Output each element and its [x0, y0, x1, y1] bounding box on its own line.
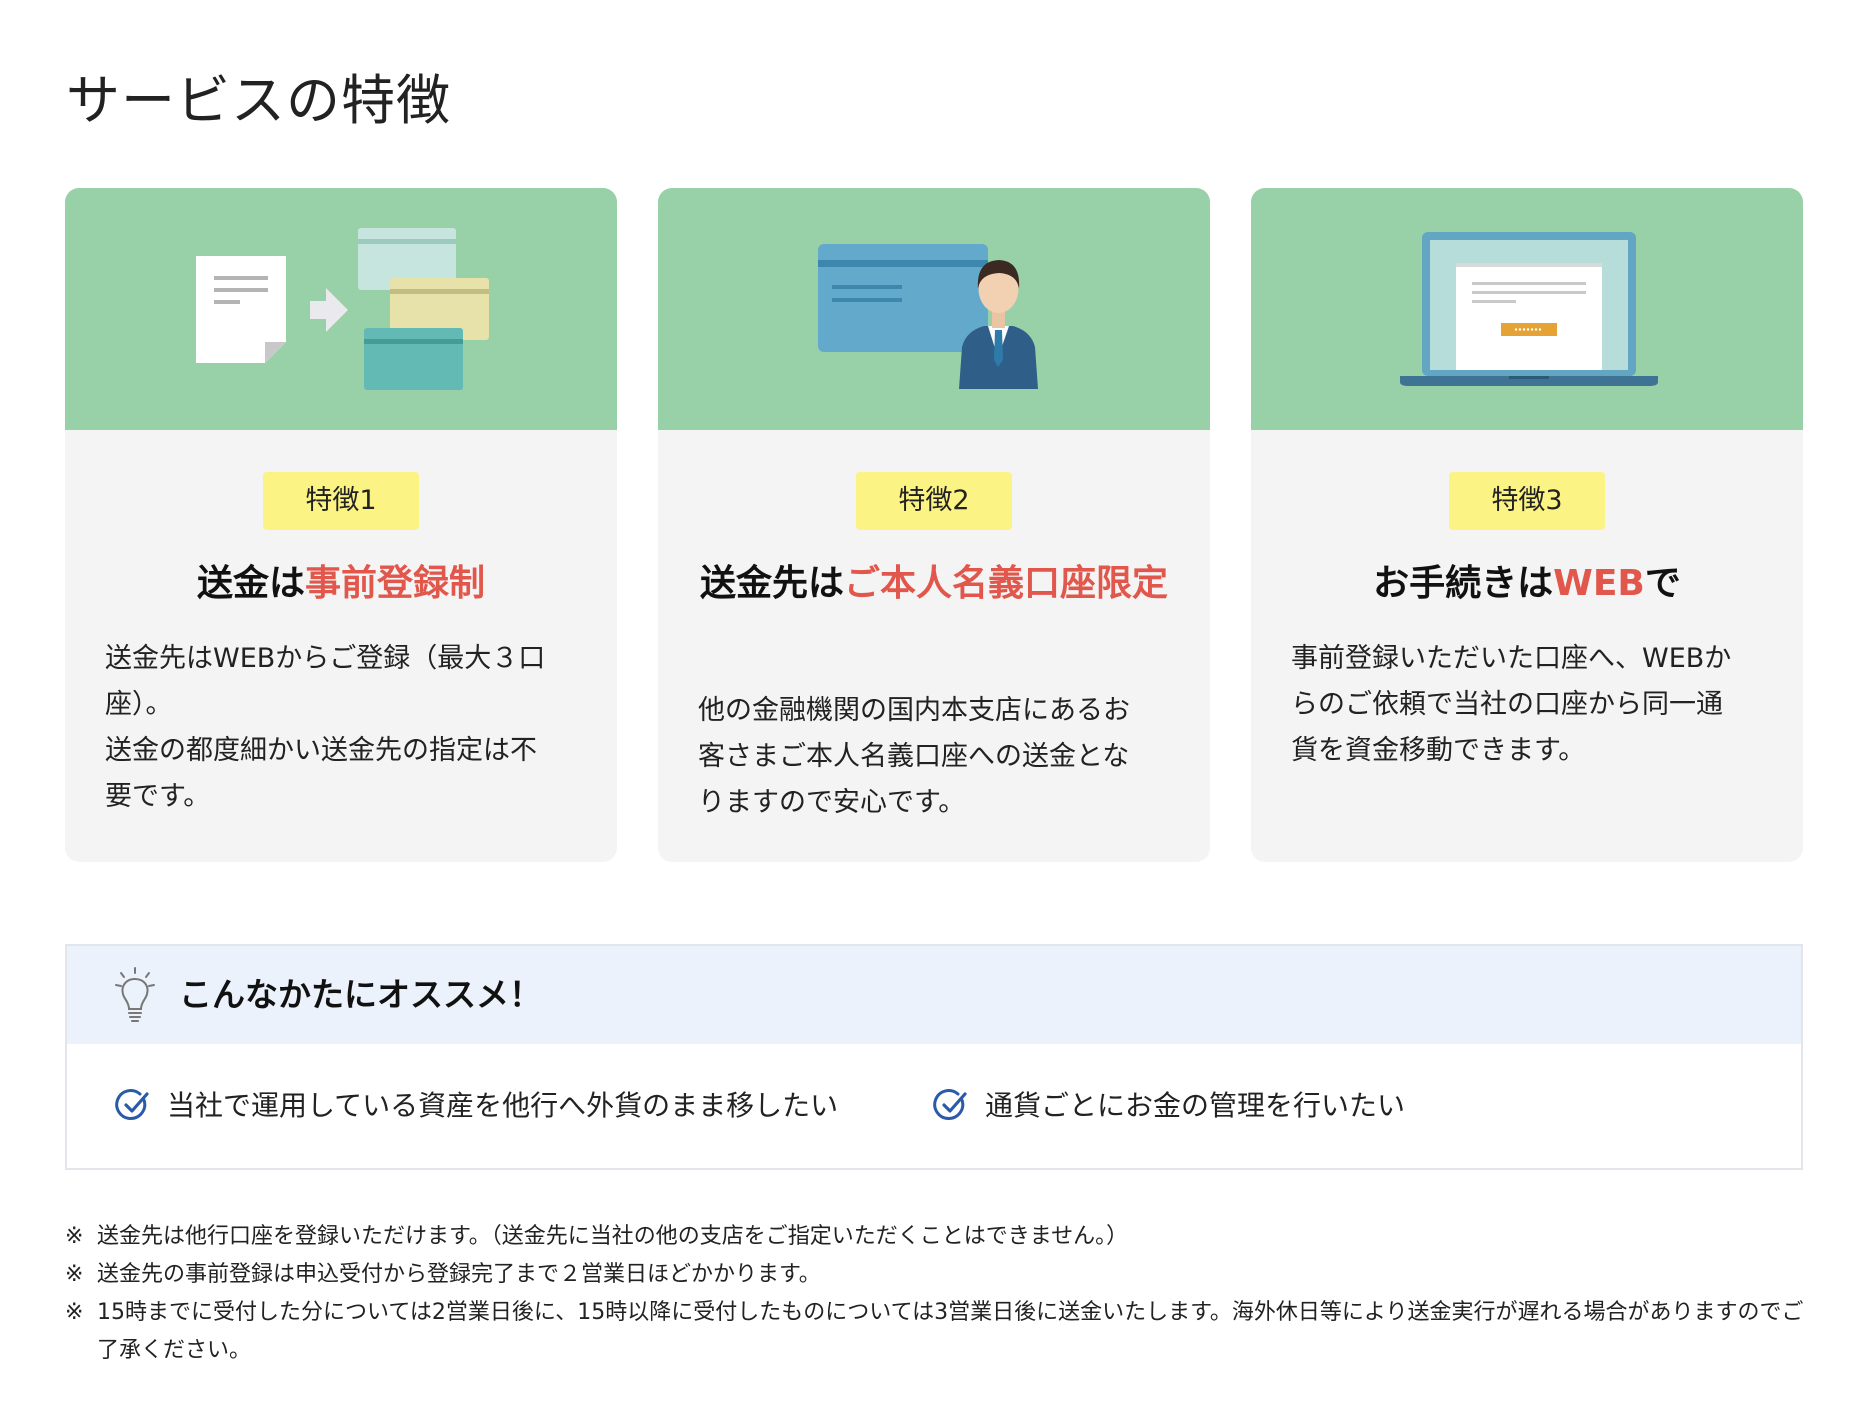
feature-description: 送金先はWEBからご登録（最大３口 座）。 送金の都度細かい送金先の指定は不 要… [105, 643, 546, 812]
recommend-item-text: 当社で運用している資産を他行へ外貨のまま移したい [167, 1089, 839, 1122]
note-text: 送金先の事前登録は申込受付から登録完了まで２営業日ほどかかります。 [97, 1262, 821, 1287]
laptop-icon [1400, 232, 1658, 386]
feature-card-1: 特徴1 送金は事前登録制 送金先はWEBからご登録（最大３口 座）。 送金の都度… [65, 188, 617, 862]
recommend-box: こんなかたにオススメ！ 当社で運用している資産を他行へ外貨のまま移したい 通貨ご… [65, 944, 1803, 1170]
web-form-icon [1456, 263, 1602, 370]
page-title: サービスの特徴 [66, 69, 451, 132]
feature-title-text: お手続きは [1373, 563, 1554, 604]
recommend-item-text: 通貨ごとにお金の管理を行いたい [985, 1089, 1406, 1122]
recommend-title: こんなかたにオススメ！ [179, 975, 542, 1014]
feature-title-highlight: ご本人名義口座限定 [844, 563, 1169, 604]
feature-title-suffix: で [1644, 563, 1681, 604]
arrow-right-icon [310, 288, 348, 332]
document-icon [196, 256, 286, 363]
feature-hero-1 [65, 188, 617, 430]
feature-hero-3 [1251, 188, 1803, 430]
note-mark: ※ [65, 1224, 84, 1249]
bank-card-with-person-illustration [818, 244, 1038, 389]
recommend-header: こんなかたにオススメ！ [67, 946, 1801, 1044]
feature-title: 送金先はご本人名義口座限定 [698, 558, 1170, 609]
feature-badge: 特徴2 [856, 472, 1012, 530]
feature-title: お手続きはWEBで [1291, 558, 1763, 609]
card-stack-icon [358, 228, 489, 390]
note-text: 15時までに受付した分については2営業日後に、15時以降に受付したものについては… [97, 1300, 1804, 1363]
page: サービスの特徴 特徴1 送金は事前登録制 送金先はWEBからご登録（最大３口 座… [0, 0, 1864, 1410]
note-item: ※ 15時までに受付した分については2営業日後に、15時以降に受付したものについて… [65, 1294, 1810, 1370]
feature-title-highlight: WEB [1553, 563, 1645, 604]
feature-description: 他の金融機関の国内本支店にあるお 客さまご本人名義口座への送金とな りますので安… [698, 695, 1130, 818]
feature-title: 送金は事前登録制 [105, 558, 577, 609]
feature-title-text: 送金は [196, 563, 305, 604]
feature-description: 事前登録いただいた口座へ、WEBか らのご依頼で当社の口座から同一通 貨を資金移… [1291, 643, 1732, 766]
feature-card-3: 特徴3 お手続きはWEBで 事前登録いただいた口座へ、WEBか らのご依頼で当社… [1251, 188, 1803, 862]
feature-title-text: 送金先は [699, 563, 844, 604]
note-item: ※ 送金先の事前登録は申込受付から登録完了まで２営業日ほどかかります。 [65, 1256, 1810, 1294]
notes: ※ 送金先は他行口座を登録いただけます。（送金先に当社の他の支店をご指定いただくこ… [65, 1218, 1810, 1370]
check-circle-icon [933, 1089, 967, 1120]
feature-title-highlight: 事前登録制 [305, 563, 486, 604]
documents-to-cards-illustration [196, 228, 489, 390]
note-mark: ※ [65, 1262, 84, 1287]
lightbulb-icon [115, 967, 155, 1022]
check-circle-icon [115, 1089, 149, 1120]
feature-cards: 特徴1 送金は事前登録制 送金先はWEBからご登録（最大３口 座）。 送金の都度… [65, 188, 1803, 862]
note-item: ※ 送金先は他行口座を登録いただけます。（送金先に当社の他の支店をご指定いただくこ… [65, 1218, 1810, 1256]
feature-card-2: 特徴2 送金先はご本人名義口座限定 他の金融機関の国内本支店にあるお 客さまご本… [658, 188, 1210, 862]
laptop-with-web-form-illustration [1400, 232, 1658, 386]
note-mark: ※ [65, 1300, 84, 1325]
feature-badge: 特徴1 [263, 472, 419, 530]
feature-badge: 特徴3 [1449, 472, 1605, 530]
feature-hero-2 [658, 188, 1210, 430]
note-text: 送金先は他行口座を登録いただけます。（送金先に当社の他の支店をご指定いただくこと… [97, 1224, 1129, 1249]
bank-card-icon [818, 244, 988, 352]
